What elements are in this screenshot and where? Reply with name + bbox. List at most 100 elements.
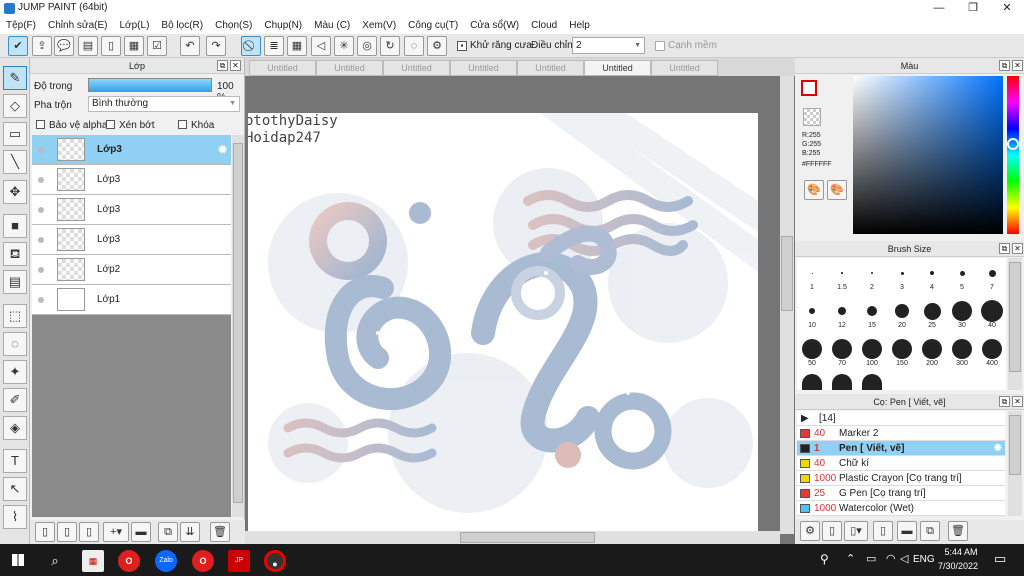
notification-icon[interactable]: ▭ (994, 551, 1006, 567)
horizontal-scrollbar[interactable] (245, 531, 780, 544)
page-icon[interactable]: ▯ (101, 36, 121, 56)
trash-icon[interactable]: 🗑 (948, 521, 968, 541)
perspective-icon[interactable]: ◁ (311, 36, 331, 56)
brush-size-scrollbar[interactable] (1008, 258, 1022, 390)
bucket-icon[interactable]: ⛾ (3, 242, 27, 266)
brush-size-option[interactable] (797, 374, 827, 390)
visibility-icon[interactable] (38, 147, 44, 153)
brush-size-option[interactable] (857, 374, 887, 390)
concentric-icon[interactable]: ◎ (357, 36, 377, 56)
brush-size-option[interactable]: 40 (977, 300, 1007, 329)
antialias-checkbox[interactable]: ▪ (457, 41, 467, 51)
brush-size-option[interactable]: 7 (977, 262, 1007, 291)
zalo-icon[interactable]: Zalo (155, 550, 177, 572)
fill-rect-icon[interactable]: ■ (3, 214, 27, 238)
app-taskbar-icon[interactable]: ▦ (82, 550, 104, 572)
folder-icon[interactable]: ▬ (131, 522, 151, 542)
menu-select[interactable]: Chọn(S) (209, 17, 258, 34)
brush-menu-icon[interactable]: ▯▾ (844, 521, 868, 541)
close-icon[interactable]: ✕ (990, 0, 1024, 17)
operation-icon[interactable]: ↖ (3, 477, 27, 501)
tab-untitled[interactable]: Untitled (383, 60, 450, 76)
adjust-select[interactable]: 2 ▼ (572, 37, 645, 54)
color-picker-field[interactable] (853, 76, 1003, 234)
lasso-icon[interactable]: ◌ (404, 36, 424, 56)
radial-icon[interactable]: ✳ (334, 36, 354, 56)
cloud-icon[interactable]: ✔ (8, 36, 28, 56)
brush-size-option[interactable] (827, 374, 857, 390)
brush-size-option[interactable]: 1.5 (827, 262, 857, 291)
folder-icon[interactable]: ▬ (897, 521, 917, 541)
checklist-icon[interactable]: ☑ (147, 36, 167, 56)
opera-icon[interactable]: O (192, 550, 214, 572)
eyedropper-icon[interactable]: ⌇ (3, 505, 27, 529)
search-icon[interactable]: ⌕ (44, 550, 66, 572)
foreground-color-swatch[interactable] (801, 80, 817, 96)
brush-size-option[interactable]: 150 (887, 338, 917, 367)
tab-untitled[interactable]: Untitled (316, 60, 383, 76)
text-icon[interactable]: T (3, 449, 27, 473)
page-layout-icon[interactable]: ▦ (124, 36, 144, 56)
curve-icon[interactable]: ↻ (380, 36, 400, 56)
menu-help[interactable]: Help (563, 17, 596, 34)
visibility-icon[interactable] (38, 297, 44, 303)
menu-view[interactable]: Xem(V) (356, 17, 402, 34)
panel-close-icon[interactable]: ✕ (230, 60, 241, 71)
menu-tools[interactable]: Công cụ(T) (402, 17, 464, 34)
transparent-swatch[interactable] (803, 108, 821, 126)
layer-row[interactable]: Lớp3 (32, 165, 231, 195)
menu-layer[interactable]: Lớp(L) (114, 17, 156, 34)
brush-item[interactable]: 1000 Watercolor (Wet) (797, 501, 1005, 516)
wifi-icon[interactable]: ◠ (886, 552, 896, 565)
panel-close-icon[interactable]: ✕ (1012, 60, 1023, 71)
magic-wand-icon[interactable]: ✦ (3, 360, 27, 384)
blend-select[interactable]: Bình thường ▼ (88, 96, 240, 112)
brush-size-option[interactable]: 1 (797, 262, 827, 291)
brush-size-option[interactable]: 400 (977, 338, 1007, 367)
gradient-icon[interactable]: ▤ (3, 270, 27, 294)
panel-close-icon[interactable]: ✕ (1012, 243, 1023, 254)
grid-icon[interactable]: ▦ (287, 36, 307, 56)
layer-row[interactable]: Lớp3 (32, 195, 231, 225)
brush-settings-icon[interactable]: ⚙ (800, 521, 820, 541)
rectangle-icon[interactable]: ▭ (3, 122, 27, 146)
brush-group-row[interactable]: ▶ [14] (797, 411, 1005, 426)
duplicate-icon[interactable]: ⧉ (920, 521, 940, 541)
line-icon[interactable]: ╲ (3, 150, 27, 174)
drawing-canvas[interactable]: otothyDaisy Hoidap247 (248, 113, 758, 531)
panel-close-icon[interactable]: ✕ (1012, 396, 1023, 407)
speaker-icon[interactable]: ◁ (900, 552, 908, 565)
menu-file[interactable]: Tệp(F) (0, 17, 42, 34)
float-icon[interactable]: ⧉ (217, 60, 228, 71)
brush-item-selected[interactable]: 1 Pen [ Viết, vẽ] ✹ (797, 441, 1005, 456)
brush-size-option[interactable]: 70 (827, 338, 857, 367)
brush-item[interactable]: 40 Chữ kí (797, 456, 1005, 471)
protect-alpha-checkbox[interactable] (36, 120, 45, 129)
tab-untitled[interactable]: Untitled (651, 60, 718, 76)
tab-untitled-active[interactable]: Untitled (584, 60, 651, 76)
brush-item[interactable]: 25 G Pen [Cọ trang trí] (797, 486, 1005, 501)
brush-size-option[interactable]: 5 (947, 262, 977, 291)
layer-scrollbar[interactable] (232, 135, 244, 517)
settings-icon[interactable]: ⚙ (427, 36, 447, 56)
language-indicator[interactable]: ENG (913, 554, 935, 565)
new-brush-icon[interactable]: ▯ (822, 521, 842, 541)
brush-size-option[interactable]: 4 (917, 262, 947, 291)
visibility-icon[interactable] (38, 177, 44, 183)
jump-paint-icon[interactable]: JP (228, 550, 250, 572)
visibility-icon[interactable] (38, 207, 44, 213)
layer-row[interactable]: Lớp3 ✹ (32, 135, 231, 165)
redo-icon[interactable]: ↷ (206, 36, 226, 56)
add-layer-menu-icon[interactable]: +▾ (103, 522, 129, 542)
new-layer-1bit-icon[interactable]: ▯ (79, 522, 99, 542)
brush-size-option[interactable]: 30 (947, 300, 977, 329)
select-pen-icon[interactable]: ✐ (3, 388, 27, 412)
brush-size-option[interactable]: 300 (947, 338, 977, 367)
record-icon[interactable]: ● (264, 550, 286, 572)
menu-color[interactable]: Màu (C) (308, 17, 356, 34)
speech-bubble-icon[interactable]: 💬 (54, 36, 74, 56)
opera-icon[interactable]: O (118, 550, 140, 572)
visibility-icon[interactable] (38, 237, 44, 243)
menu-window[interactable]: Cửa sổ(W) (464, 17, 525, 34)
brush-size-option[interactable]: 10 (797, 300, 827, 329)
